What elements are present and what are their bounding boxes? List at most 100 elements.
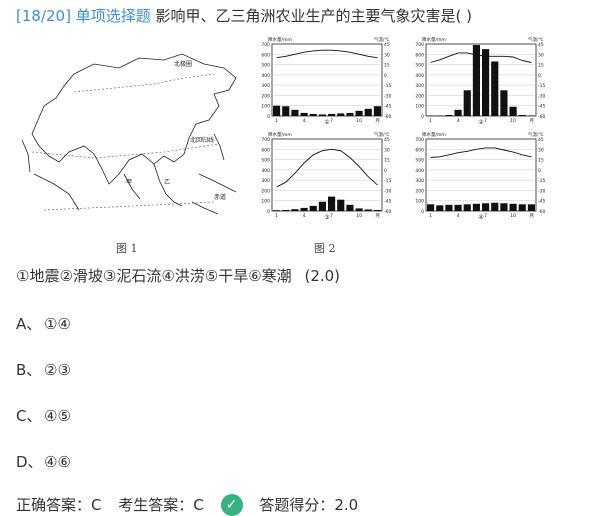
temp-axis-label: 气温/℃ xyxy=(528,131,544,138)
temp-tick: 15 xyxy=(384,63,390,69)
precip-bar xyxy=(373,106,381,116)
precip-bar xyxy=(454,109,462,116)
question-figure: 北极圈 北回归线 赤道 甲 乙 图 1 700 600 500 400 300 200 10… xyxy=(14,34,584,256)
temp-line xyxy=(276,49,378,59)
figure1-caption: 图 1 xyxy=(116,242,138,255)
precip-bar xyxy=(509,203,517,211)
precip-axis-label: 降水量/mm xyxy=(268,131,292,138)
month-tick: 1 xyxy=(275,118,278,124)
climate-chart: 70060050040030020010004530150-15-30-45-6… xyxy=(415,36,545,126)
precip-bar xyxy=(282,209,290,211)
option-letter: C、 xyxy=(16,407,42,425)
chart-frame xyxy=(425,43,537,117)
temp-tick: 30 xyxy=(538,52,544,58)
month-tick: 4 xyxy=(303,118,306,124)
answer-score: 答题得分：2.0 xyxy=(259,495,359,514)
precip-tick: 600 xyxy=(415,147,424,153)
precip-bar xyxy=(291,109,299,116)
precip-tick: 600 xyxy=(415,52,424,58)
month-unit: 月 xyxy=(530,118,535,124)
precip-tick: 0 xyxy=(267,209,270,215)
option-text: ①④ xyxy=(44,315,71,333)
precip-tick: 600 xyxy=(261,147,270,153)
temp-tick: 0 xyxy=(384,73,387,79)
precip-bar xyxy=(463,204,471,211)
precip-bar xyxy=(364,108,372,116)
temp-tick: 30 xyxy=(538,147,544,153)
temp-tick: -15 xyxy=(538,83,545,89)
panel-label: ① xyxy=(324,119,329,126)
precip-bar xyxy=(337,199,345,211)
hazard-text: ①地震②滑坡③泥石流④洪涝⑤干旱⑥寒潮 xyxy=(16,267,292,285)
temp-axis-label: 气温/℃ xyxy=(528,36,544,43)
temp-tick: 0 xyxy=(538,168,541,174)
precip-bar xyxy=(364,209,372,211)
temp-tick: -60 xyxy=(384,114,391,120)
climate-chart: 70060050040030020010004530150-15-30-45-6… xyxy=(261,131,391,221)
temp-tick: -60 xyxy=(538,209,545,215)
precip-tick: 100 xyxy=(261,104,270,110)
precip-tick: 200 xyxy=(415,188,424,194)
precip-tick: 400 xyxy=(261,73,270,79)
option-text: ②③ xyxy=(44,361,71,379)
tropic-cancer-label: 北回归线 xyxy=(190,136,214,144)
precip-tick: 200 xyxy=(261,188,270,194)
jia-label: 甲 xyxy=(126,179,132,186)
question-type: 单项选择题 xyxy=(75,7,151,25)
precip-tick: 300 xyxy=(261,83,270,89)
climate-chart: 70060050040030020010004530150-15-30-45-6… xyxy=(415,131,545,221)
precip-bar xyxy=(445,204,453,211)
question-score: (2.0) xyxy=(304,267,341,285)
precip-bar xyxy=(309,205,317,211)
precip-bar xyxy=(427,204,435,211)
arctic-circle-label: 北极圈 xyxy=(174,60,192,68)
precip-bar xyxy=(463,90,471,116)
precip-bar xyxy=(355,208,363,211)
month-tick: 10 xyxy=(510,118,516,124)
temp-tick: 0 xyxy=(538,73,541,79)
option-c[interactable]: C、 ④⑤ xyxy=(16,406,71,426)
panel-label: ④ xyxy=(478,214,483,221)
precip-bar xyxy=(527,115,535,116)
precip-bar xyxy=(491,202,499,211)
precip-bar xyxy=(436,205,444,211)
month-tick: 7 xyxy=(484,118,487,124)
precip-bar xyxy=(373,209,381,211)
answer-footer: 正确答案：C 考生答案：C ✓ 答题得分：2.0 xyxy=(16,494,370,516)
month-tick: 10 xyxy=(356,213,362,219)
precip-bar xyxy=(445,114,453,116)
month-tick: 1 xyxy=(429,118,432,124)
temp-tick: -30 xyxy=(384,188,391,194)
option-a[interactable]: A、 ①④ xyxy=(16,314,71,334)
option-letter: A、 xyxy=(16,315,42,333)
precip-tick: 200 xyxy=(261,93,270,99)
precip-tick: 400 xyxy=(415,73,424,79)
option-text: ④⑤ xyxy=(44,407,71,425)
precip-tick: 500 xyxy=(261,63,270,69)
precip-tick: 0 xyxy=(421,209,424,215)
precip-axis-label: 降水量/mm xyxy=(268,36,292,43)
month-unit: 月 xyxy=(530,213,535,219)
option-letter: B、 xyxy=(16,361,42,379)
option-b[interactable]: B、 ②③ xyxy=(16,360,71,380)
precip-tick: 500 xyxy=(415,63,424,69)
precip-bar xyxy=(436,115,444,116)
question-line: [18/20] 单项选择题 影响甲、乙三角洲农业生产的主要气象灾害是( ) xyxy=(16,6,472,26)
precip-tick: 300 xyxy=(415,178,424,184)
precip-bar xyxy=(355,110,363,116)
precip-bar xyxy=(500,203,508,211)
precip-tick: 100 xyxy=(261,199,270,205)
equator-label: 赤道 xyxy=(214,193,226,201)
option-letter: D、 xyxy=(16,453,43,471)
temp-tick: -30 xyxy=(538,93,545,99)
precip-tick: 200 xyxy=(415,93,424,99)
option-d[interactable]: D、④⑥ xyxy=(16,452,71,472)
month-tick: 7 xyxy=(330,213,333,219)
temp-tick: -15 xyxy=(538,178,545,184)
precip-tick: 300 xyxy=(261,178,270,184)
month-tick: 4 xyxy=(457,213,460,219)
precip-bar xyxy=(318,201,326,211)
precip-axis-label: 降水量/mm xyxy=(422,131,446,138)
month-tick: 7 xyxy=(330,118,333,124)
month-tick: 4 xyxy=(303,213,306,219)
